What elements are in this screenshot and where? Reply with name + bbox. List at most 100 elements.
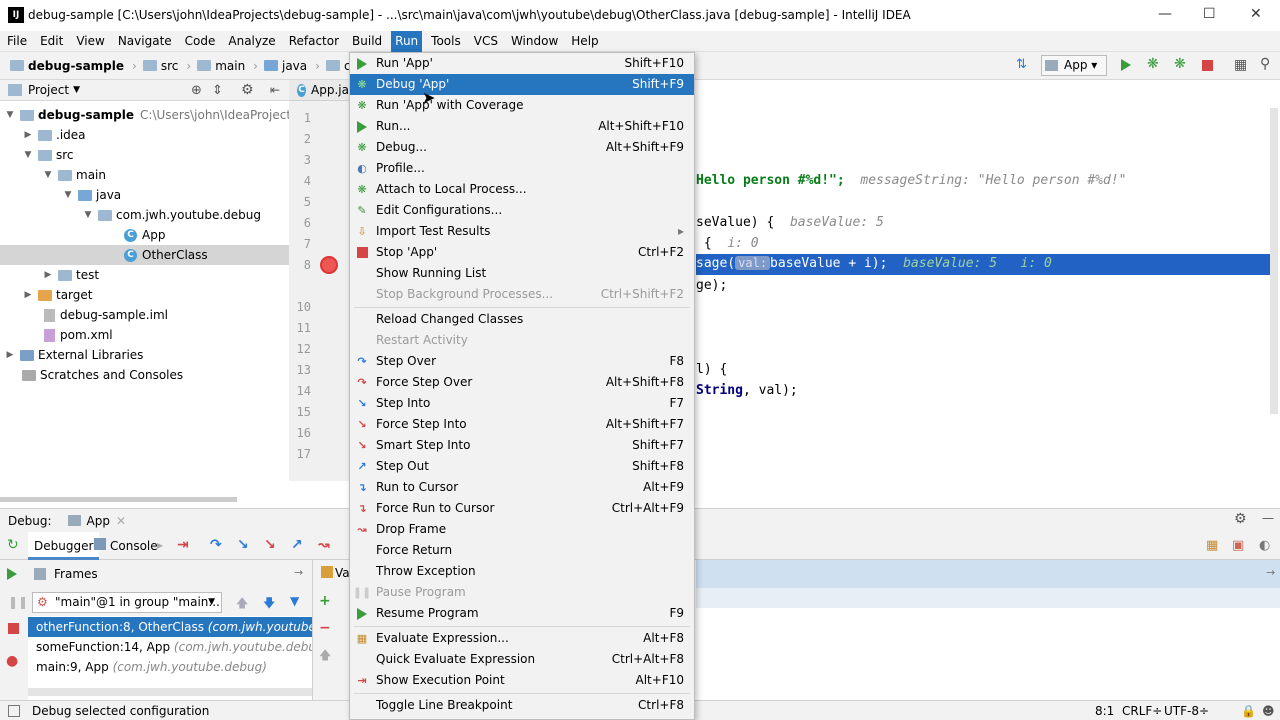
tool-windows-icon[interactable]: [8, 704, 20, 717]
menu-help[interactable]: Help: [567, 31, 602, 52]
project-panel-title[interactable]: Project: [28, 83, 69, 97]
menu-item-throw-exception[interactable]: Throw Exception: [350, 561, 694, 582]
build-project-icon[interactable]: ⇅: [1016, 57, 1027, 72]
restore-layout-icon[interactable]: →: [1266, 566, 1275, 579]
tree-node-external-libraries[interactable]: ▶ External Libraries: [4, 345, 144, 365]
menu-item-force-run-to-cursor[interactable]: ↴ Force Run to Cursor Ctrl+Alt+F9: [350, 498, 694, 519]
tree-node-main[interactable]: ▼ main: [42, 165, 106, 185]
menu-item-run-to-cursor[interactable]: ↴ Run to Cursor Alt+F9: [350, 477, 694, 498]
tab-debugger[interactable]: Debugger: [28, 532, 100, 560]
menu-run[interactable]: Run: [391, 30, 423, 52]
menu-item-step-over[interactable]: ↷ Step Over F8: [350, 351, 694, 372]
menu-item-restart-activity[interactable]: Restart Activity: [350, 330, 694, 351]
tree-node-iml[interactable]: debug-sample.iml: [44, 305, 168, 325]
menu-item-force-step-into[interactable]: ↘ Force Step Into Alt+Shift+F7: [350, 414, 694, 435]
menu-item-run-app[interactable]: Run 'App' Shift+F10: [350, 53, 694, 74]
menu-item-quick-evaluate[interactable]: Quick Evaluate Expression Ctrl+Alt+F8: [350, 649, 694, 670]
chevron-down-icon[interactable]: ▼: [42, 165, 54, 185]
minimize-icon[interactable]: —: [1158, 6, 1172, 22]
chevron-right-icon[interactable]: ▶: [42, 265, 54, 285]
menu-item-step-out[interactable]: ↗ Step Out Shift+F8: [350, 456, 694, 477]
menu-item-pause-program[interactable]: ❚❚ Pause Program: [350, 582, 694, 603]
editor-scrollbar[interactable]: [1270, 108, 1278, 414]
code-editor[interactable]: Hello person #%d!"; messageString: "Hell…: [696, 101, 1270, 481]
breadcrumb-project[interactable]: debug-sample: [10, 59, 124, 73]
caret-position[interactable]: 8:1: [1095, 704, 1114, 718]
locate-icon[interactable]: ⊕: [191, 83, 202, 98]
menu-item-profile[interactable]: ◐ Profile...: [350, 158, 694, 179]
chevron-down-icon[interactable]: ▼: [82, 205, 94, 225]
menu-item-reload-classes[interactable]: Reload Changed Classes: [350, 309, 694, 330]
hide-panel-icon[interactable]: ⇤: [270, 83, 280, 97]
tree-node-app[interactable]: C App: [124, 225, 165, 245]
frame-row[interactable]: someFunction:14, App (com.jwh.youtube.de…: [28, 637, 312, 657]
editor-tab-app[interactable]: App.ja: [311, 83, 349, 97]
tree-node-package[interactable]: ▼ com.jwh.youtube.debug: [82, 205, 262, 225]
chevron-down-icon[interactable]: ▼: [22, 145, 34, 165]
stop-icon[interactable]: [8, 623, 19, 634]
close-icon[interactable]: ✕: [116, 514, 126, 528]
settings-icon[interactable]: ◐: [1259, 538, 1270, 553]
menu-item-stop-app[interactable]: Stop 'App' Ctrl+F2: [350, 242, 694, 263]
tree-node-debug-sample[interactable]: ▼ debug-sample C:\Users\john\IdeaProjects\…: [4, 105, 324, 125]
filter-icon[interactable]: ▼: [290, 594, 299, 608]
debug-icon[interactable]: ❋: [1147, 56, 1159, 72]
add-watch-icon[interactable]: +: [319, 593, 331, 609]
watch-icon[interactable]: ▣: [1232, 538, 1244, 553]
run-icon[interactable]: [1121, 59, 1131, 71]
file-encoding[interactable]: UTF-8÷: [1164, 704, 1209, 718]
menu-vcs[interactable]: VCS: [470, 31, 502, 52]
close-icon[interactable]: ✕: [1250, 6, 1262, 22]
horizontal-scrollbar[interactable]: [0, 497, 237, 502]
menu-item-debug[interactable]: ❋ Debug... Alt+Shift+F9: [350, 137, 694, 158]
menu-refactor[interactable]: Refactor: [285, 31, 343, 52]
breadcrumb-src[interactable]: src: [142, 59, 178, 73]
menu-item-smart-step-into[interactable]: ↘ Smart Step Into Shift+F7: [350, 435, 694, 456]
menu-navigate[interactable]: Navigate: [114, 31, 176, 52]
menu-view[interactable]: View: [72, 31, 108, 52]
show-execution-point-icon[interactable]: ⇥: [177, 537, 189, 553]
menu-window[interactable]: Window: [507, 31, 562, 52]
coverage-icon[interactable]: ❋: [1174, 56, 1186, 72]
frames-scrollbar[interactable]: [28, 688, 312, 696]
search-icon[interactable]: ⚲: [1260, 56, 1270, 72]
menu-item-force-return[interactable]: Force Return: [350, 540, 694, 561]
menu-item-attach-process[interactable]: ❋ Attach to Local Process...: [350, 179, 694, 200]
menu-analyze[interactable]: Analyze: [224, 31, 279, 52]
menu-build[interactable]: Build: [348, 31, 386, 52]
step-over-icon[interactable]: ↷: [210, 537, 222, 553]
rerun-icon[interactable]: ↻: [7, 537, 19, 553]
frame-row[interactable]: otherFunction:8, OtherClass (com.jwh.you…: [28, 617, 312, 637]
resume-icon[interactable]: [7, 568, 17, 580]
inspector-icon[interactable]: ☻: [1262, 704, 1275, 718]
remove-watch-icon[interactable]: −: [319, 620, 331, 636]
tree-node-java[interactable]: ▼ java: [62, 185, 122, 205]
debug-session-tab[interactable]: App: [87, 514, 110, 528]
collapse-all-icon[interactable]: ⇕: [212, 83, 223, 98]
menu-item-drop-frame[interactable]: ↝ Drop Frame: [350, 519, 694, 540]
arrow-down-icon[interactable]: 🡇: [263, 594, 275, 615]
menu-item-run[interactable]: Run... Alt+Shift+F10: [350, 116, 694, 137]
maximize-icon[interactable]: ☐: [1203, 6, 1216, 22]
chevron-down-icon[interactable]: ▼: [73, 85, 80, 95]
menu-item-resume-program[interactable]: Resume Program F9: [350, 603, 694, 624]
menu-item-stop-background[interactable]: Stop Background Processes... Ctrl+Shift+F…: [350, 284, 694, 305]
arrow-up-icon[interactable]: 🡅: [236, 594, 248, 615]
restore-layout-icon[interactable]: →: [294, 566, 303, 579]
menu-item-debug-app[interactable]: ❋ Debug 'App' Shift+F9: [350, 74, 694, 95]
hide-panel-icon[interactable]: —: [1262, 511, 1274, 525]
tree-node-otherclass[interactable]: C OtherClass: [0, 245, 289, 265]
drop-frame-icon[interactable]: ↝: [318, 537, 330, 553]
tree-node-src[interactable]: ▼ src: [22, 145, 74, 165]
breadcrumb-java[interactable]: java: [263, 59, 307, 73]
menu-file[interactable]: File: [3, 31, 31, 52]
menu-item-show-execution-point[interactable]: ⇥ Show Execution Point Alt+F10: [350, 670, 694, 691]
step-out-icon[interactable]: ↗: [291, 537, 303, 553]
tree-node-pom[interactable]: pom.xml: [44, 325, 113, 345]
tab-console[interactable]: Console: [110, 532, 158, 560]
tree-node-test[interactable]: ▶ test: [42, 265, 100, 285]
project-structure-icon[interactable]: ▦: [1234, 57, 1247, 73]
gear-icon[interactable]: ⚙: [241, 82, 254, 98]
menu-item-edit-configurations[interactable]: ✎ Edit Configurations...: [350, 200, 694, 221]
arrow-up-icon[interactable]: 🡅: [319, 646, 331, 667]
